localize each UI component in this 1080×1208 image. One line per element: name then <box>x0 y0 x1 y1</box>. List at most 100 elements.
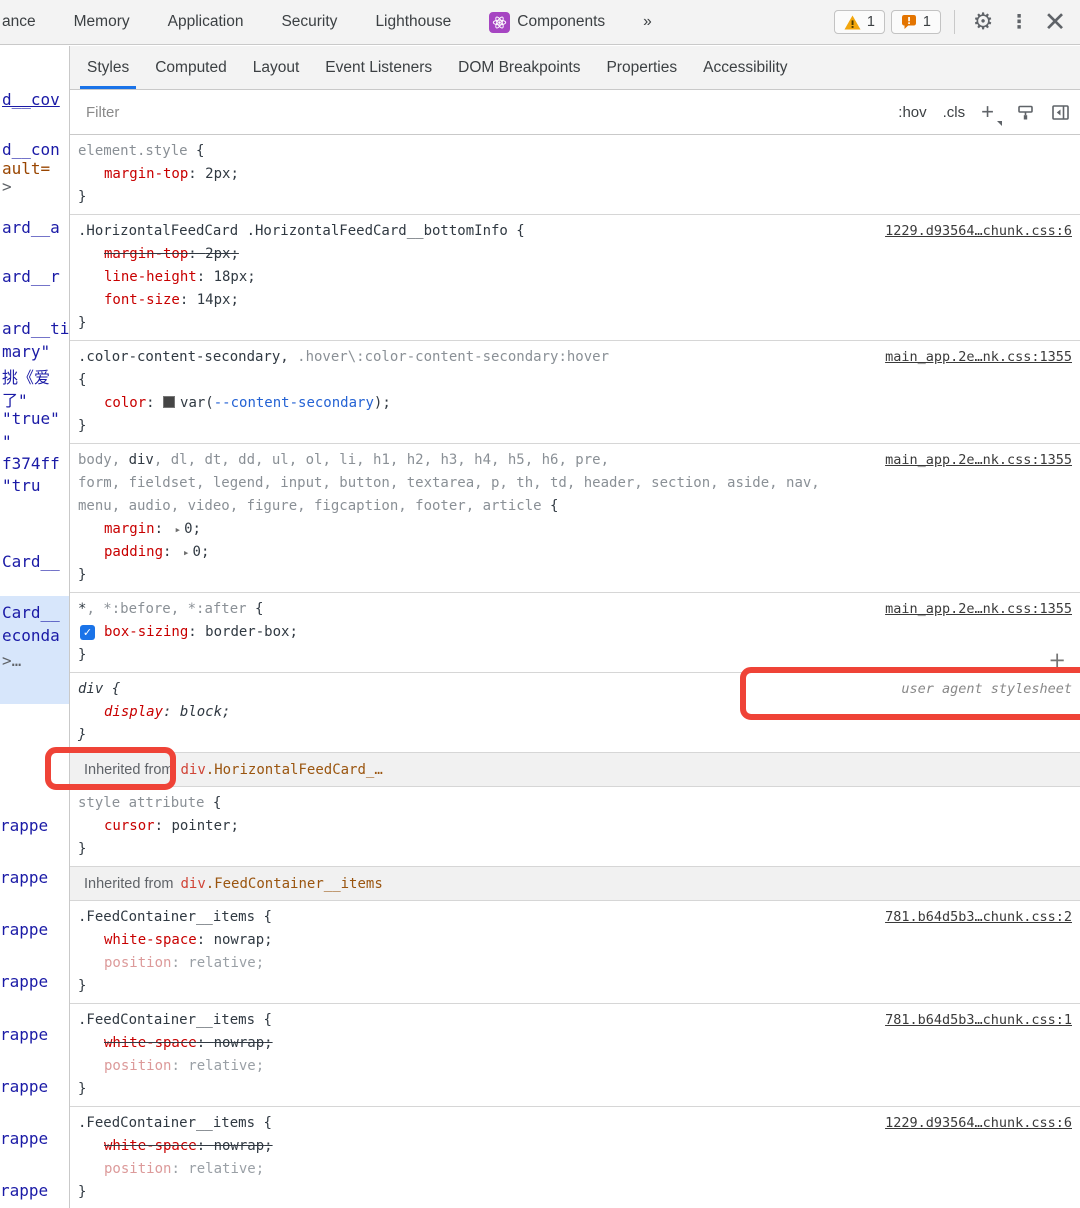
toolbar-separator <box>954 10 955 34</box>
settings-gear-icon[interactable]: ⚙ <box>968 7 998 37</box>
css-declaration-line[interactable]: position: relative; <box>70 1158 1080 1181</box>
tree-node-fragment[interactable]: rappe <box>0 868 48 887</box>
issues-badge[interactable]: 1 <box>890 10 941 34</box>
rule-selector-line[interactable]: .HorizontalFeedCard .HorizontalFeedCard_… <box>70 220 1080 243</box>
color-swatch[interactable] <box>163 396 176 408</box>
main-tab-security[interactable]: Security <box>262 0 356 44</box>
rule-selector-line[interactable]: div {user agent stylesheet <box>70 678 1080 701</box>
css-declaration-line[interactable]: font-size: 14px; <box>70 289 1080 312</box>
tree-node-fragment[interactable]: " <box>2 432 12 451</box>
stylesheet-source-link[interactable]: main_app.2e…nk.css:1355 <box>885 449 1072 472</box>
css-declaration-line[interactable]: white-space: nowrap; <box>70 1135 1080 1158</box>
tab-dom-breakpoints[interactable]: DOM Breakpoints <box>445 46 593 89</box>
rule-selector-line[interactable]: *, *:before, *:after {main_app.2e…nk.css… <box>70 598 1080 621</box>
tree-node-fragment[interactable]: "tru <box>2 476 41 495</box>
tab-event-listeners[interactable]: Event Listeners <box>312 46 445 89</box>
tree-node-fragment[interactable]: mary" <box>2 342 50 361</box>
tree-node-fragment[interactable]: rappe <box>0 1129 48 1148</box>
css-declaration-line[interactable]: position: relative; <box>70 1055 1080 1078</box>
insert-style-rule-icon[interactable]: + <box>1048 650 1066 671</box>
css-declaration-line[interactable]: line-height: 18px; <box>70 266 1080 289</box>
tree-node-fragment[interactable]: ard__a <box>2 218 60 237</box>
css-declaration-line[interactable]: display: block; <box>70 701 1080 724</box>
main-tab-more-tabs[interactable]: » <box>624 0 671 44</box>
tree-node-fragment[interactable]: ard__ti <box>2 319 69 338</box>
tab-layout[interactable]: Layout <box>240 46 313 89</box>
main-tab-label: Security <box>281 13 338 30</box>
tree-node-fragment[interactable]: "true" <box>2 409 60 428</box>
tree-node-fragment[interactable]: 了" <box>2 387 28 411</box>
tree-node-fragment[interactable]: ard__r <box>2 267 60 286</box>
element-classes-toggle[interactable]: .cls <box>943 104 966 121</box>
tree-node-fragment[interactable]: rappe <box>0 920 48 939</box>
stylesheet-source-link[interactable]: main_app.2e…nk.css:1355 <box>885 346 1072 369</box>
css-declaration-line[interactable]: cursor: pointer; <box>70 815 1080 838</box>
tree-node-fragment[interactable]: rappe <box>0 1077 48 1096</box>
tree-node-fragment[interactable]: Card__ <box>2 552 60 571</box>
new-style-rule-button[interactable]: + <box>981 101 1002 126</box>
declaration-checkbox-checked[interactable]: ✓ <box>80 625 95 640</box>
stylesheet-source-link[interactable]: 781.b64d5b3…chunk.css:2 <box>885 906 1072 929</box>
tree-node-fragment[interactable]: econda <box>2 626 60 645</box>
more-options-icon[interactable]: ⋮ <box>1004 7 1034 37</box>
css-declaration-line[interactable]: position: relative; <box>70 952 1080 975</box>
css-declaration-line[interactable]: color: var(--content-secondary); <box>70 392 1080 415</box>
stylesheet-source-link[interactable]: 1229.d93564…chunk.css:6 <box>885 1112 1072 1135</box>
inherited-node-link[interactable]: div.HorizontalFeedCard_… <box>180 762 382 778</box>
styles-filter-input[interactable] <box>84 102 899 122</box>
main-tab-application[interactable]: Application <box>149 0 263 44</box>
rule-selector-line[interactable]: element.style { <box>70 140 1080 163</box>
main-tab-components[interactable]: Components <box>470 0 624 44</box>
tree-node-fragment[interactable]: rappe <box>0 972 48 991</box>
css-declaration-line[interactable]: white-space: nowrap; <box>70 1032 1080 1055</box>
css-declaration-line[interactable]: margin-top: 2px; <box>70 163 1080 186</box>
tree-node-fragment[interactable]: > <box>2 177 12 196</box>
property-name: line-height <box>104 269 197 285</box>
close-icon[interactable]: ✕ <box>1040 7 1070 38</box>
inherited-node-link[interactable]: div.FeedContainer__items <box>180 876 382 892</box>
rule-selector-line[interactable]: .FeedContainer__items {781.b64d5b3…chunk… <box>70 906 1080 929</box>
tree-node-fragment[interactable]: >… <box>2 651 21 670</box>
tab-properties[interactable]: Properties <box>593 46 690 89</box>
tree-node-fragment[interactable]: ault= <box>2 159 50 178</box>
main-tab-lighthouse[interactable]: Lighthouse <box>356 0 470 44</box>
tab-accessibility[interactable]: Accessibility <box>690 46 800 89</box>
tree-node-fragment[interactable]: rappe <box>0 816 48 835</box>
tab-computed[interactable]: Computed <box>142 46 240 89</box>
rule-selector-line[interactable]: style attribute { <box>70 792 1080 815</box>
tree-node-fragment[interactable]: d__con <box>2 140 60 159</box>
stylesheet-source-link[interactable]: 781.b64d5b3…chunk.css:1 <box>885 1009 1072 1032</box>
tree-node-fragment[interactable]: Card__ <box>2 603 60 622</box>
rule-selector-line[interactable]: body, div, dl, dt, dd, ul, ol, li, h1, h… <box>70 449 1080 472</box>
tree-node-fragment[interactable]: 挑《爱 <box>2 364 50 388</box>
rule-selector-line[interactable]: { <box>70 369 1080 392</box>
expand-shorthand-icon[interactable]: ▸ <box>174 523 181 536</box>
stylesheet-source-link[interactable]: main_app.2e…nk.css:1355 <box>885 598 1072 621</box>
tree-node-fragment[interactable]: f374ff <box>2 454 60 473</box>
expand-shorthand-icon[interactable]: ▸ <box>183 546 190 559</box>
declaration-semicolon: ; <box>230 292 239 308</box>
tree-node-fragment[interactable]: d__cov <box>2 90 60 109</box>
css-declaration-line[interactable]: ✓ box-sizing: border-box; <box>70 621 1080 644</box>
toggle-sidebar-icon[interactable] <box>1051 103 1070 122</box>
rule-selector-line[interactable]: .FeedContainer__items {1229.d93564…chunk… <box>70 1112 1080 1135</box>
paint-brush-icon[interactable] <box>1016 103 1035 122</box>
css-declaration-line[interactable]: margin: ▸ 0; <box>70 518 1080 541</box>
tree-node-fragment[interactable]: rappe <box>0 1025 48 1044</box>
css-declaration-line[interactable]: white-space: nowrap; <box>70 929 1080 952</box>
main-tab-memory[interactable]: Memory <box>55 0 149 44</box>
stylesheet-source-link[interactable]: 1229.d93564…chunk.css:6 <box>885 220 1072 243</box>
rule-selector-line[interactable]: form, fieldset, legend, input, button, t… <box>70 472 1080 495</box>
css-declaration-line[interactable]: padding: ▸ 0; <box>70 541 1080 564</box>
pseudo-state-toggle[interactable]: :hov <box>898 104 926 121</box>
rule-selector-line[interactable]: .FeedContainer__items {781.b64d5b3…chunk… <box>70 1009 1080 1032</box>
main-tab-performance[interactable]: ance <box>0 0 55 44</box>
css-declaration-line[interactable]: margin-top: 2px; <box>70 243 1080 266</box>
rule-selector-line[interactable]: .color-content-secondary, .hover\:color-… <box>70 346 1080 369</box>
tab-styles[interactable]: Styles <box>74 46 142 89</box>
rule-selector-line[interactable]: menu, audio, video, figure, figcaption, … <box>70 495 1080 518</box>
declaration-semicolon: ; <box>382 395 391 411</box>
tree-node-fragment[interactable]: rappe <box>0 1181 48 1200</box>
property-value-part: --content-secondary <box>213 395 374 411</box>
warnings-badge[interactable]: 1 <box>833 10 885 34</box>
